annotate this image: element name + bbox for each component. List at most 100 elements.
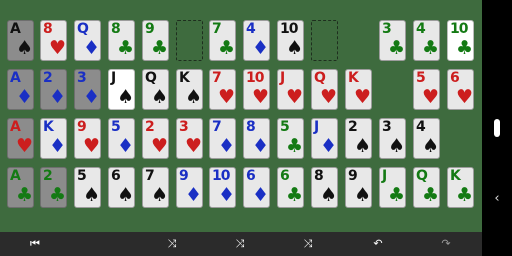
playing-card[interactable]: Q ♥ [311, 69, 338, 110]
home-pill[interactable] [494, 119, 500, 137]
card-rank: J [280, 70, 285, 86]
playing-card[interactable]: 6 ♠ [108, 167, 135, 208]
card-rank: 7 [212, 119, 222, 135]
card-rank: K [43, 119, 54, 135]
playing-card[interactable]: 7 ♣ [209, 20, 236, 61]
card-rank: 5 [280, 119, 290, 135]
playing-card[interactable]: A ♣ [7, 167, 34, 208]
card-suit-icon: ♥ [354, 86, 372, 108]
card-suit-icon: ♣ [456, 37, 474, 59]
playing-card[interactable]: 4 ♦ [243, 20, 270, 61]
card-rank: 4 [416, 119, 426, 135]
playing-card[interactable]: 3 ♣ [379, 20, 406, 61]
card-rank: 4 [246, 21, 256, 37]
first-move-button[interactable]: ⏮ [26, 236, 44, 252]
card-suit-icon: ♣ [388, 37, 406, 59]
playing-card[interactable]: K ♦ [40, 118, 67, 159]
card-rank: 9 [77, 119, 87, 135]
playing-card[interactable]: 5 ♣ [277, 118, 304, 159]
playing-card[interactable]: K ♠ [176, 69, 203, 110]
playing-card[interactable]: 9 ♠ [345, 167, 372, 208]
back-button[interactable]: ‹ [490, 191, 504, 207]
redo-button[interactable]: ↷ [437, 236, 455, 252]
card-rank: 9 [145, 21, 155, 37]
card-rank: 5 [77, 168, 87, 184]
card-rank: Q [77, 21, 89, 37]
playing-card[interactable]: 10 ♥ [243, 69, 270, 110]
playing-card[interactable]: 2 ♦ [40, 69, 67, 110]
card-suit-icon: ♥ [83, 135, 101, 157]
card-suit-icon: ♥ [151, 135, 169, 157]
playing-card[interactable]: Q ♠ [142, 69, 169, 110]
card-rank: A [10, 168, 21, 184]
playing-card[interactable]: A ♥ [7, 118, 34, 159]
playing-card[interactable]: 9 ♦ [176, 167, 203, 208]
playing-card[interactable]: J ♥ [277, 69, 304, 110]
playing-card[interactable]: J ♦ [311, 118, 338, 159]
shuffle-icon: ⤨ [303, 237, 313, 250]
playing-card[interactable]: 2 ♠ [345, 118, 372, 159]
playing-card[interactable]: J ♣ [379, 167, 406, 208]
playing-card[interactable]: 3 ♥ [176, 118, 203, 159]
playing-card[interactable]: 10 ♠ [277, 20, 304, 61]
redo-icon: ↷ [441, 237, 451, 250]
skip-to-start-icon: ⏮ [30, 237, 40, 250]
shuffle-button-2[interactable]: ⤨ [231, 236, 249, 252]
playing-card[interactable]: 5 ♥ [413, 69, 440, 110]
playing-card[interactable]: 6 ♥ [447, 69, 474, 110]
playing-card[interactable]: 4 ♣ [413, 20, 440, 61]
playing-card[interactable]: 7 ♠ [142, 167, 169, 208]
card-rank: 2 [348, 119, 358, 135]
card-rank: 10 [450, 21, 469, 37]
playing-card[interactable]: K ♣ [447, 167, 474, 208]
undo-button[interactable]: ↶ [369, 236, 387, 252]
playing-card[interactable]: 10 ♣ [447, 20, 474, 61]
playing-card[interactable]: 3 ♦ [74, 69, 101, 110]
playing-card[interactable]: 9 ♣ [142, 20, 169, 61]
shuffle-button-1[interactable]: ⤨ [163, 236, 181, 252]
card-suit-icon: ♣ [456, 184, 474, 206]
playing-card[interactable]: A ♦ [7, 69, 34, 110]
playing-card[interactable]: 6 ♦ [243, 167, 270, 208]
playing-card[interactable]: J ♠ [108, 69, 135, 110]
empty-card-slot[interactable] [311, 20, 338, 61]
card-rank: 3 [382, 21, 392, 37]
card-suit-icon: ♥ [49, 37, 67, 59]
playing-card[interactable]: Q ♦ [74, 20, 101, 61]
playing-card[interactable]: 10 ♦ [209, 167, 236, 208]
playing-card[interactable]: 6 ♣ [277, 167, 304, 208]
playing-card[interactable]: A ♠ [7, 20, 34, 61]
card-rank: 6 [111, 168, 121, 184]
playing-card[interactable]: 5 ♦ [108, 118, 135, 159]
playing-card[interactable]: 4 ♠ [413, 118, 440, 159]
card-rank: 10 [212, 168, 231, 184]
card-suit-icon: ♠ [354, 135, 372, 157]
playing-card[interactable]: 8 ♦ [243, 118, 270, 159]
shuffle-button-3[interactable]: ⤨ [299, 236, 317, 252]
card-rank: J [111, 70, 116, 86]
playing-card[interactable]: K ♥ [345, 69, 372, 110]
card-rank: 3 [382, 119, 392, 135]
playing-card[interactable]: 7 ♦ [209, 118, 236, 159]
card-rank: 8 [314, 168, 324, 184]
playing-card[interactable]: 5 ♠ [74, 167, 101, 208]
playing-card[interactable]: 8 ♠ [311, 167, 338, 208]
playing-card[interactable]: Q ♣ [413, 167, 440, 208]
card-rank: K [450, 168, 461, 184]
playing-card[interactable]: 7 ♥ [209, 69, 236, 110]
card-suit-icon: ♠ [354, 184, 372, 206]
card-rank: Q [314, 70, 326, 86]
card-suit-icon: ♣ [422, 184, 440, 206]
card-suit-icon: ♦ [185, 184, 203, 206]
playing-card[interactable]: 2 ♣ [40, 167, 67, 208]
card-suit-icon: ♣ [117, 37, 135, 59]
card-suit-icon: ♦ [252, 37, 270, 59]
playing-card[interactable]: 8 ♥ [40, 20, 67, 61]
card-rank: 6 [280, 168, 290, 184]
playing-card[interactable]: 9 ♥ [74, 118, 101, 159]
playing-card[interactable]: 8 ♣ [108, 20, 135, 61]
empty-card-slot[interactable] [176, 20, 203, 61]
card-rank: 6 [246, 168, 256, 184]
playing-card[interactable]: 2 ♥ [142, 118, 169, 159]
playing-card[interactable]: 3 ♠ [379, 118, 406, 159]
